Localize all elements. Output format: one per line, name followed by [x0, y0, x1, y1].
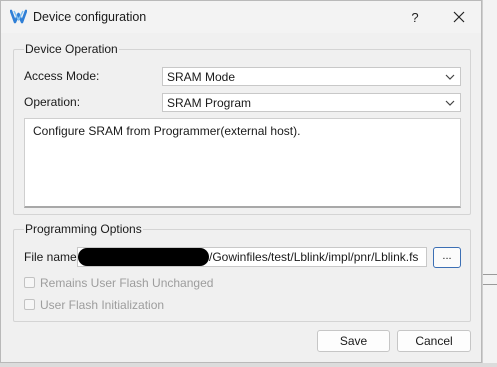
redacted-path-segment: [78, 248, 209, 266]
operation-description-box: Configure SRAM from Programmer(external …: [24, 118, 461, 208]
save-button[interactable]: Save: [317, 330, 390, 352]
access-mode-label: Access Mode:: [24, 69, 100, 83]
background-divider: [483, 274, 497, 275]
title-bar: Device configuration ?: [1, 1, 481, 33]
access-mode-select[interactable]: SRAM Mode: [162, 67, 461, 86]
group-title: Programming Options: [24, 222, 143, 236]
browse-button[interactable]: ...: [433, 247, 461, 268]
file-name-label: File name:: [24, 250, 81, 264]
file-path-text: /Gowinfiles/test/Lblink/impl/pnr/Lblink.…: [209, 250, 419, 264]
checkbox-box: [24, 277, 35, 289]
cancel-button[interactable]: Cancel: [397, 330, 471, 352]
background-window-edge: [0, 363, 497, 367]
operation-label: Operation:: [24, 95, 81, 109]
close-button[interactable]: [445, 6, 473, 28]
group-title: Device Operation: [24, 42, 119, 56]
gowin-logo-icon: [10, 9, 27, 24]
checkbox-label: User Flash Initialization: [40, 297, 165, 312]
chevron-down-icon: [445, 74, 455, 80]
remains-user-flash-checkbox[interactable]: Remains User Flash Unchanged: [24, 275, 213, 290]
close-icon: [453, 11, 465, 23]
chevron-down-icon: [445, 100, 455, 106]
help-button[interactable]: ?: [401, 6, 429, 28]
access-mode-value: SRAM Mode: [167, 70, 236, 84]
window-title: Device configuration: [33, 10, 147, 24]
background-divider: [483, 284, 497, 285]
user-flash-initialization-checkbox[interactable]: User Flash Initialization: [24, 297, 164, 312]
operation-description: Configure SRAM from Programmer(external …: [33, 124, 301, 138]
file-name-input[interactable]: /Gowinfiles/test/Lblink/impl/pnr/Lblink.…: [77, 247, 427, 267]
operation-value: SRAM Program: [167, 96, 252, 110]
checkbox-label: Remains User Flash Unchanged: [40, 275, 214, 290]
device-configuration-dialog: Device configuration ? Device Operation …: [0, 0, 482, 363]
operation-select[interactable]: SRAM Program: [162, 93, 461, 112]
background-window-edge: [482, 0, 497, 367]
checkbox-box: [24, 299, 35, 311]
